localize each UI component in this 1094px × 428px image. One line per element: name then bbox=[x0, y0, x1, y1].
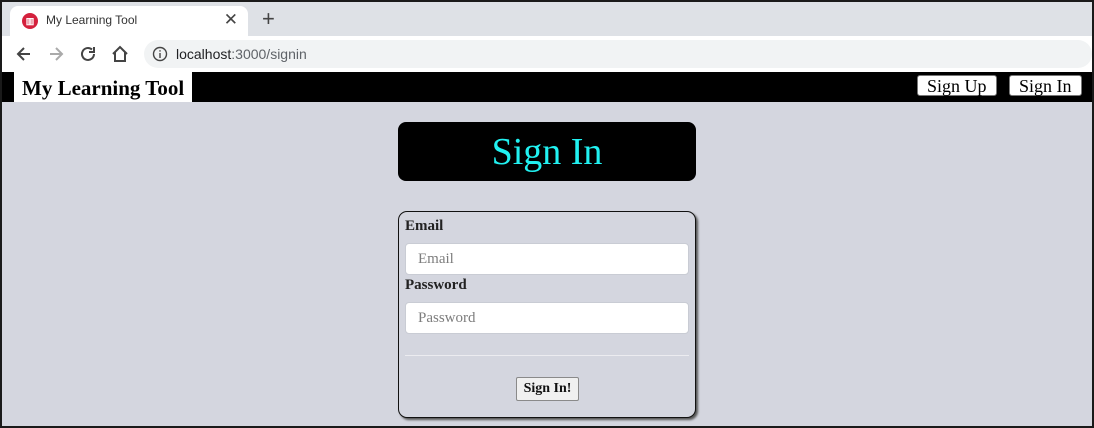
sign-in-submit-button[interactable]: Sign In! bbox=[516, 377, 579, 401]
back-arrow-icon[interactable] bbox=[14, 44, 34, 64]
browser-tab[interactable]: ▥ My Learning Tool ✕ bbox=[10, 6, 248, 36]
form-divider bbox=[405, 355, 689, 356]
sign-up-button[interactable]: Sign Up bbox=[917, 75, 997, 96]
email-label: Email bbox=[405, 218, 444, 234]
forward-arrow-icon[interactable] bbox=[46, 44, 66, 64]
signin-form: Email Password Sign In! bbox=[398, 211, 696, 418]
tab-title: My Learning Tool bbox=[46, 13, 138, 27]
app-header: My Learning Tool Sign Up Sign In bbox=[2, 72, 1092, 102]
book-icon: ▥ bbox=[22, 13, 38, 29]
url-host: localhost bbox=[176, 46, 232, 62]
page-title: Sign In bbox=[398, 122, 696, 181]
password-label: Password bbox=[405, 277, 467, 293]
browser-tab-strip: ▥ My Learning Tool ✕ + bbox=[2, 2, 1092, 36]
info-icon[interactable] bbox=[152, 46, 168, 62]
password-field[interactable] bbox=[405, 302, 689, 334]
address-bar[interactable]: localhost:3000/signin bbox=[144, 40, 1092, 68]
sign-in-nav-button[interactable]: Sign In bbox=[1009, 75, 1082, 96]
home-icon[interactable] bbox=[110, 44, 130, 64]
new-tab-icon[interactable]: + bbox=[262, 6, 275, 32]
reload-icon[interactable] bbox=[78, 44, 98, 64]
url-path: :3000/signin bbox=[231, 46, 307, 62]
address-url: localhost:3000/signin bbox=[176, 46, 307, 62]
email-field[interactable] bbox=[405, 243, 689, 275]
browser-toolbar: localhost:3000/signin bbox=[2, 36, 1092, 72]
close-tab-icon[interactable]: ✕ bbox=[224, 10, 238, 30]
brand-title[interactable]: My Learning Tool bbox=[14, 72, 193, 102]
